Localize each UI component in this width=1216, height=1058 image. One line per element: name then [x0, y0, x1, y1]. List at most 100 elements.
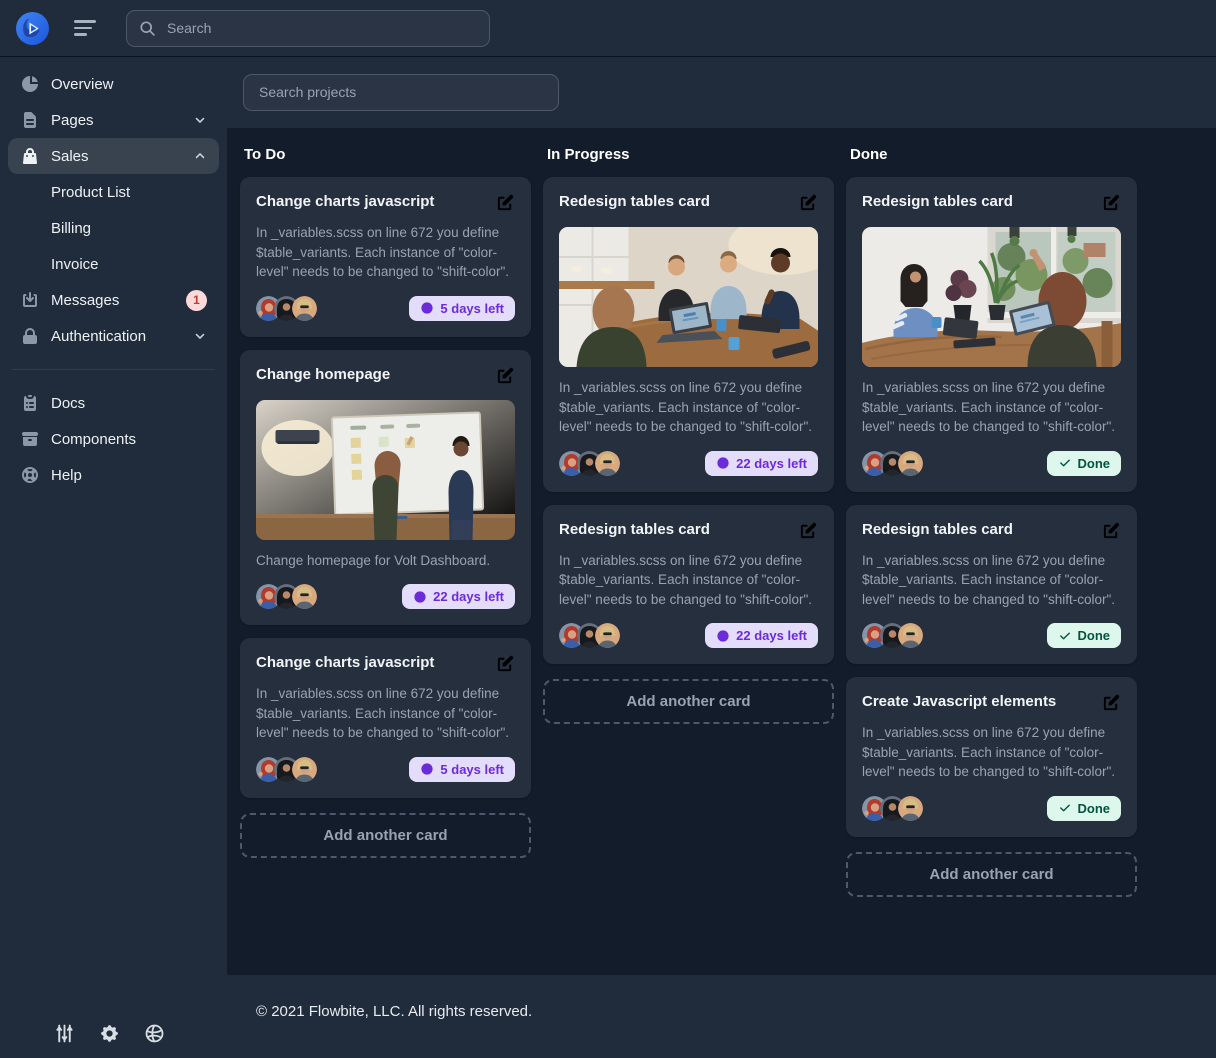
clock-icon — [420, 762, 434, 776]
sidebar-item-pages[interactable]: Pages — [8, 102, 219, 138]
avatar-man-blond-sunglasses — [898, 623, 923, 648]
document-icon — [20, 110, 40, 130]
sidebar-item-label: Help — [51, 467, 82, 484]
sidebar: Overview Pages Sales Product List Billin… — [0, 56, 227, 1058]
pie-chart-icon — [20, 74, 40, 94]
card-description: In _variables.scss on line 672 you defin… — [862, 551, 1121, 610]
done-badge: Done — [1047, 451, 1122, 476]
page-footer: © 2021 Flowbite, LLC. All rights reserve… — [227, 975, 1216, 1058]
flowbite-logo-icon[interactable] — [16, 12, 49, 45]
sidebar-item-docs[interactable]: Docs — [8, 385, 219, 421]
sidebar-item-messages[interactable]: Messages 1 — [8, 282, 219, 318]
edit-card-button[interactable] — [496, 654, 515, 673]
card-title: Redesign tables card — [559, 193, 710, 210]
sidebar-item-components[interactable]: Components — [8, 421, 219, 457]
check-icon — [1058, 629, 1072, 643]
column-title: Done — [850, 146, 1137, 163]
navbar-search-input[interactable] — [165, 19, 477, 37]
kanban-card[interactable]: Redesign tables card In _variables.scss … — [846, 177, 1137, 492]
project-search — [243, 74, 559, 111]
sidebar-item-label: Product List — [51, 184, 130, 201]
avatar-group — [862, 451, 923, 476]
edit-card-button[interactable] — [1102, 693, 1121, 712]
gear-icon[interactable] — [99, 1023, 120, 1044]
main-content: To Do Change charts javascript In _varia… — [227, 56, 1216, 1058]
edit-card-button[interactable] — [1102, 521, 1121, 540]
sidebar-item-overview[interactable]: Overview — [8, 66, 219, 102]
sidebar-footer-icons — [8, 1023, 219, 1044]
kanban-column-todo: To Do Change charts javascript In _varia… — [240, 146, 531, 975]
sidebar-item-label: Docs — [51, 395, 85, 412]
kanban-card[interactable]: Redesign tables card In _variables.scss … — [543, 177, 834, 492]
avatar-man-blond-sunglasses — [292, 757, 317, 782]
kanban-card[interactable]: Change charts javascript In _variables.s… — [240, 638, 531, 798]
kanban-card[interactable]: Create Javascript elements In _variables… — [846, 677, 1137, 837]
kanban-column-done: Done Redesign tables card In _variables.… — [846, 146, 1137, 975]
kanban-card[interactable]: Change homepage Change homepage for Volt… — [240, 350, 531, 626]
sidebar-item-billing[interactable]: Billing — [8, 210, 219, 246]
shopping-bag-icon — [20, 146, 40, 166]
kanban-card[interactable]: Redesign tables card In _variables.scss … — [846, 505, 1137, 665]
clock-icon — [716, 456, 730, 470]
sidebar-item-invoice[interactable]: Invoice — [8, 246, 219, 282]
edit-card-button[interactable] — [1102, 193, 1121, 212]
edit-card-button[interactable] — [799, 193, 818, 212]
search-icon — [139, 20, 156, 37]
sidebar-divider — [12, 369, 215, 370]
sidebar-item-product-list[interactable]: Product List — [8, 174, 219, 210]
avatar-group — [256, 584, 317, 609]
top-navbar — [0, 0, 1216, 56]
check-icon — [1058, 801, 1072, 815]
copyright-text: © 2021 Flowbite, LLC. All rights reserve… — [256, 1003, 532, 1020]
avatar-man-blond-sunglasses — [595, 451, 620, 476]
card-title: Redesign tables card — [862, 521, 1013, 538]
card-photo-team-at-whiteboard — [256, 400, 515, 540]
inbox-arrow-down-icon — [20, 290, 40, 310]
avatar-group — [256, 296, 317, 321]
due-badge: 22 days left — [705, 451, 818, 476]
edit-card-button[interactable] — [496, 193, 515, 212]
hamburger-menu-button[interactable] — [70, 14, 100, 42]
project-search-input[interactable] — [257, 83, 545, 101]
avatar-group — [862, 796, 923, 821]
card-photo-team-meeting-table — [559, 227, 818, 367]
sidebar-item-label: Messages — [51, 292, 119, 309]
done-badge: Done — [1047, 623, 1122, 648]
card-title: Create Javascript elements — [862, 693, 1056, 710]
add-card-button[interactable]: Add another card — [240, 813, 531, 858]
card-title: Change homepage — [256, 366, 390, 383]
messages-count-badge: 1 — [186, 290, 207, 311]
avatar-group — [559, 451, 620, 476]
sidebar-item-label: Pages — [51, 112, 94, 129]
edit-icon — [1102, 521, 1121, 540]
globe-icon[interactable] — [144, 1023, 165, 1044]
chevron-down-icon — [193, 113, 207, 127]
card-description: In _variables.scss on line 672 you defin… — [862, 378, 1121, 437]
add-card-button[interactable]: Add another card — [846, 852, 1137, 897]
sidebar-item-help[interactable]: Help — [8, 457, 219, 493]
card-description: In _variables.scss on line 672 you defin… — [559, 551, 818, 610]
avatar-man-blond-sunglasses — [898, 796, 923, 821]
sidebar-item-authentication[interactable]: Authentication — [8, 318, 219, 354]
edit-icon — [799, 521, 818, 540]
kanban-board: To Do Change charts javascript In _varia… — [227, 128, 1216, 975]
avatar-man-blond-sunglasses — [292, 296, 317, 321]
edit-icon — [496, 654, 515, 673]
kanban-card[interactable]: Change charts javascript In _variables.s… — [240, 177, 531, 337]
column-title: In Progress — [547, 146, 834, 163]
adjustments-sliders-icon[interactable] — [54, 1023, 75, 1044]
sidebar-item-label: Invoice — [51, 256, 99, 273]
sidebar-item-sales[interactable]: Sales — [8, 138, 219, 174]
add-card-button[interactable]: Add another card — [543, 679, 834, 724]
sidebar-item-label: Components — [51, 431, 136, 448]
board-toolbar — [227, 56, 1216, 128]
kanban-card[interactable]: Redesign tables card In _variables.scss … — [543, 505, 834, 665]
card-title: Redesign tables card — [862, 193, 1013, 210]
check-icon — [1058, 456, 1072, 470]
edit-icon — [799, 193, 818, 212]
edit-card-button[interactable] — [799, 521, 818, 540]
avatar-man-blond-sunglasses — [595, 623, 620, 648]
sidebar-item-label: Authentication — [51, 328, 146, 345]
edit-card-button[interactable] — [496, 366, 515, 385]
card-description: Change homepage for Volt Dashboard. — [256, 551, 515, 571]
